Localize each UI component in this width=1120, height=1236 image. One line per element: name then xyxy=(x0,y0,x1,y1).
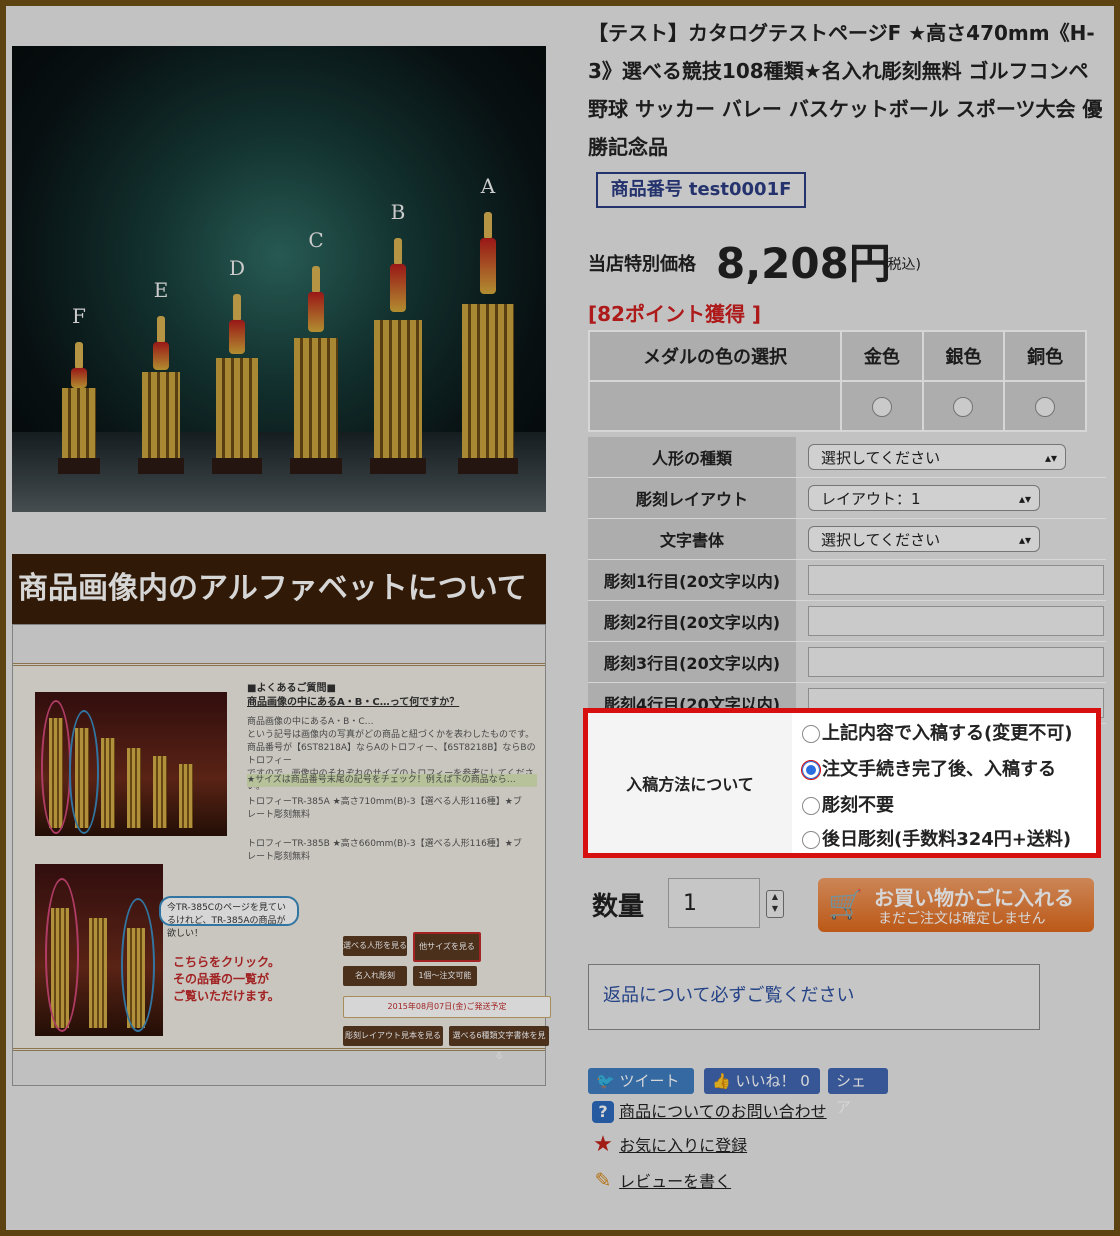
trophy-letter: A xyxy=(480,174,496,198)
inquiry-row: ? 商品についてのお問い合わせ xyxy=(592,1098,827,1123)
trophy-letter: E xyxy=(153,278,169,302)
options-table: 人形の種類 選択してください ▴▾ 彫刻レイアウト レイアウト：1 ▴▾ 文字書体 … xyxy=(588,437,1106,724)
info-image[interactable]: ■よくあるご質問■ 商品画像の中にあるA・B・C…って何ですか？ 商品画像の中に… xyxy=(12,624,551,1086)
radio-submit-after-order[interactable] xyxy=(801,760,821,780)
info-thumb-top xyxy=(35,692,227,836)
medal-option-silver: 銀色 xyxy=(921,330,1006,382)
trophy-c: C xyxy=(290,228,342,474)
font-select[interactable]: 選択してください ▴▾ xyxy=(808,526,1040,552)
stepper-up-icon[interactable]: ▲ xyxy=(767,891,783,903)
quantity-label: 数量 xyxy=(592,892,645,922)
faq-row-b: トロフィーTR-385B ★高さ660mm(B)-3【選べる人形116種】★ブレ… xyxy=(247,839,522,862)
quantity-stepper[interactable]: ▲ ▼ xyxy=(766,890,784,918)
engrave-line3-input[interactable] xyxy=(808,647,1104,677)
cart-sub-label: まだご注文は確定しません xyxy=(878,911,1046,927)
alphabet-banner: 商品画像内のアルファベットについて xyxy=(12,554,546,624)
doll-type-select[interactable]: 選択してください ▴▾ xyxy=(808,444,1066,470)
info-btn-sizes: 他サイズを見る xyxy=(413,932,481,962)
radio-submit-now[interactable] xyxy=(802,725,820,743)
product-title: 【テスト】カタログテストページF ★高さ470mm《H-3》選べる競技108種類… xyxy=(588,21,1103,159)
trophy-letter: F xyxy=(72,304,86,328)
quantity-input[interactable]: 1 xyxy=(668,878,760,928)
info-thumb-bottom xyxy=(35,864,163,1036)
info-btn-single: 1個〜注文可能 xyxy=(413,966,477,986)
select-arrows-icon: ▴▾ xyxy=(1018,492,1031,506)
medal-empty-cell xyxy=(588,380,842,432)
layout-label: 彫刻レイアウト xyxy=(588,477,796,519)
review-link[interactable]: レビューを書く xyxy=(619,1172,731,1191)
product-code: 商品番号 test0001F xyxy=(596,172,806,208)
faq-row-a: トロフィーTR-385A ★高さ710mm(B)-3【選べる人形116種】★ブレ… xyxy=(247,797,522,820)
info-btn-layout: 彫刻レイアウト見本を見る xyxy=(343,1026,443,1046)
trophy-f: F xyxy=(58,304,100,474)
line1-label: 彫刻1行目(20文字以内) xyxy=(588,559,796,601)
line3-label: 彫刻3行目(20文字以内) xyxy=(588,641,796,683)
engrave-line1-input[interactable] xyxy=(808,565,1104,595)
info-btn-doll: 選べる人形を見る xyxy=(343,936,407,956)
doll-type-label: 人形の種類 xyxy=(588,437,796,478)
radio-engrave-later[interactable] xyxy=(802,831,820,849)
medal-radio-bronze[interactable] xyxy=(1035,396,1056,417)
cart-icon: 🛒 xyxy=(828,888,863,921)
submission-option-now[interactable]: 上記内容で入稿する(変更不可) xyxy=(802,719,1072,745)
radio-no-engrave[interactable] xyxy=(802,797,820,815)
thumbs-up-icon: 👍 xyxy=(712,1072,731,1090)
returns-link[interactable]: 返品について必ずご覧ください xyxy=(588,964,1040,1030)
info-ship-date: 2015年08月07日(金)ご発送予定 xyxy=(343,996,551,1018)
medal-header: メダルの色の選択 xyxy=(588,330,842,382)
tweet-button[interactable]: 🐦 ツイート xyxy=(588,1068,694,1094)
cart-main-label: お買い物かごに入れる xyxy=(874,886,1074,910)
info-red-text: こちらをクリック。 その品番の一覧が ご覧いただけます。 xyxy=(173,955,281,1003)
submission-option-none[interactable]: 彫刻不要 xyxy=(802,791,894,817)
inquiry-link[interactable]: 商品についてのお問い合わせ xyxy=(619,1102,827,1121)
submission-method-label: 入稿方法について xyxy=(588,713,792,853)
tax-note: (税込) xyxy=(882,257,921,273)
trophy-letter: D xyxy=(228,256,246,280)
layout-select[interactable]: レイアウト：1 ▴▾ xyxy=(808,485,1040,511)
engrave-line2-input[interactable] xyxy=(808,606,1104,636)
line2-label: 彫刻2行目(20文字以内) xyxy=(588,600,796,642)
submission-method-box: 入稿方法について 上記内容で入稿する(変更不可) 注文手続き完了後、入稿する 彫… xyxy=(583,708,1101,858)
medal-option-bronze: 銅色 xyxy=(1003,330,1087,382)
star-icon: ★ xyxy=(593,1132,613,1157)
price-label: 当店特別価格 xyxy=(588,254,696,275)
pencil-icon: ✎ xyxy=(594,1168,612,1192)
info-btn-fonts: 選べる6種類文字書体を見る xyxy=(449,1026,549,1060)
like-button[interactable]: 👍 いいね！ 0 xyxy=(704,1068,820,1094)
favorite-link[interactable]: お気に入りに登録 xyxy=(619,1136,747,1155)
product-photo[interactable]: F E D C B A xyxy=(12,46,546,512)
info-image-content: ■よくあるご質問■ 商品画像の中にあるA・B・C…って何ですか？ 商品画像の中に… xyxy=(13,663,551,1060)
share-button[interactable]: シェア xyxy=(828,1068,888,1116)
medal-radio-gold[interactable] xyxy=(871,396,892,417)
font-label: 文字書体 xyxy=(588,518,796,560)
faq-title: ■よくあるご質問■ xyxy=(247,683,336,694)
twitter-icon: 🐦 xyxy=(596,1072,615,1090)
trophy-b: B xyxy=(370,200,426,474)
trophy-d: D xyxy=(212,256,262,474)
trophy-a: A xyxy=(458,174,518,474)
trophy-letter: C xyxy=(308,228,324,252)
medal-option-gold: 金色 xyxy=(840,330,924,382)
select-arrows-icon: ▴▾ xyxy=(1044,451,1057,465)
trophy-e: E xyxy=(138,278,184,474)
points-earned: [82ポイント獲得 ] xyxy=(588,302,762,326)
submission-option-after-order[interactable]: 注文手続き完了後、入稿する xyxy=(801,755,1056,781)
page: F E D C B A 商品画像内のアルファベットについて ■よくあるご質問■ … xyxy=(6,6,1114,1230)
submission-option-later[interactable]: 後日彫刻(手数料324円+送料) xyxy=(802,825,1071,851)
trophy-letter: B xyxy=(390,200,406,224)
faq-question: 商品画像の中にあるA・B・C…って何ですか？ xyxy=(247,697,460,708)
question-icon: ? xyxy=(592,1101,614,1123)
medal-radio-silver[interactable] xyxy=(953,396,974,417)
price-value: 8,208円 xyxy=(716,239,891,288)
add-to-cart-button[interactable]: 🛒 お買い物かごに入れる まだご注文は確定しません xyxy=(818,878,1094,932)
stepper-down-icon[interactable]: ▼ xyxy=(767,903,783,915)
info-btn-engrave: 名入れ彫刻 xyxy=(343,966,407,986)
faq-highlight: ★サイズは商品番号末尾の記号をチェック！例えば下の商品なら… xyxy=(247,774,537,787)
info-callout: 今TR-385Cのページを見ているけれど、TR-385Aの商品が欲しい！ xyxy=(159,896,299,939)
review-row: ✎ レビューを書く xyxy=(592,1168,732,1192)
select-arrows-icon: ▴▾ xyxy=(1018,533,1031,547)
favorite-row: ★ お気に入りに登録 xyxy=(592,1132,747,1156)
medal-color-table: メダルの色の選択 金色 銀色 銅色 xyxy=(588,330,1087,432)
